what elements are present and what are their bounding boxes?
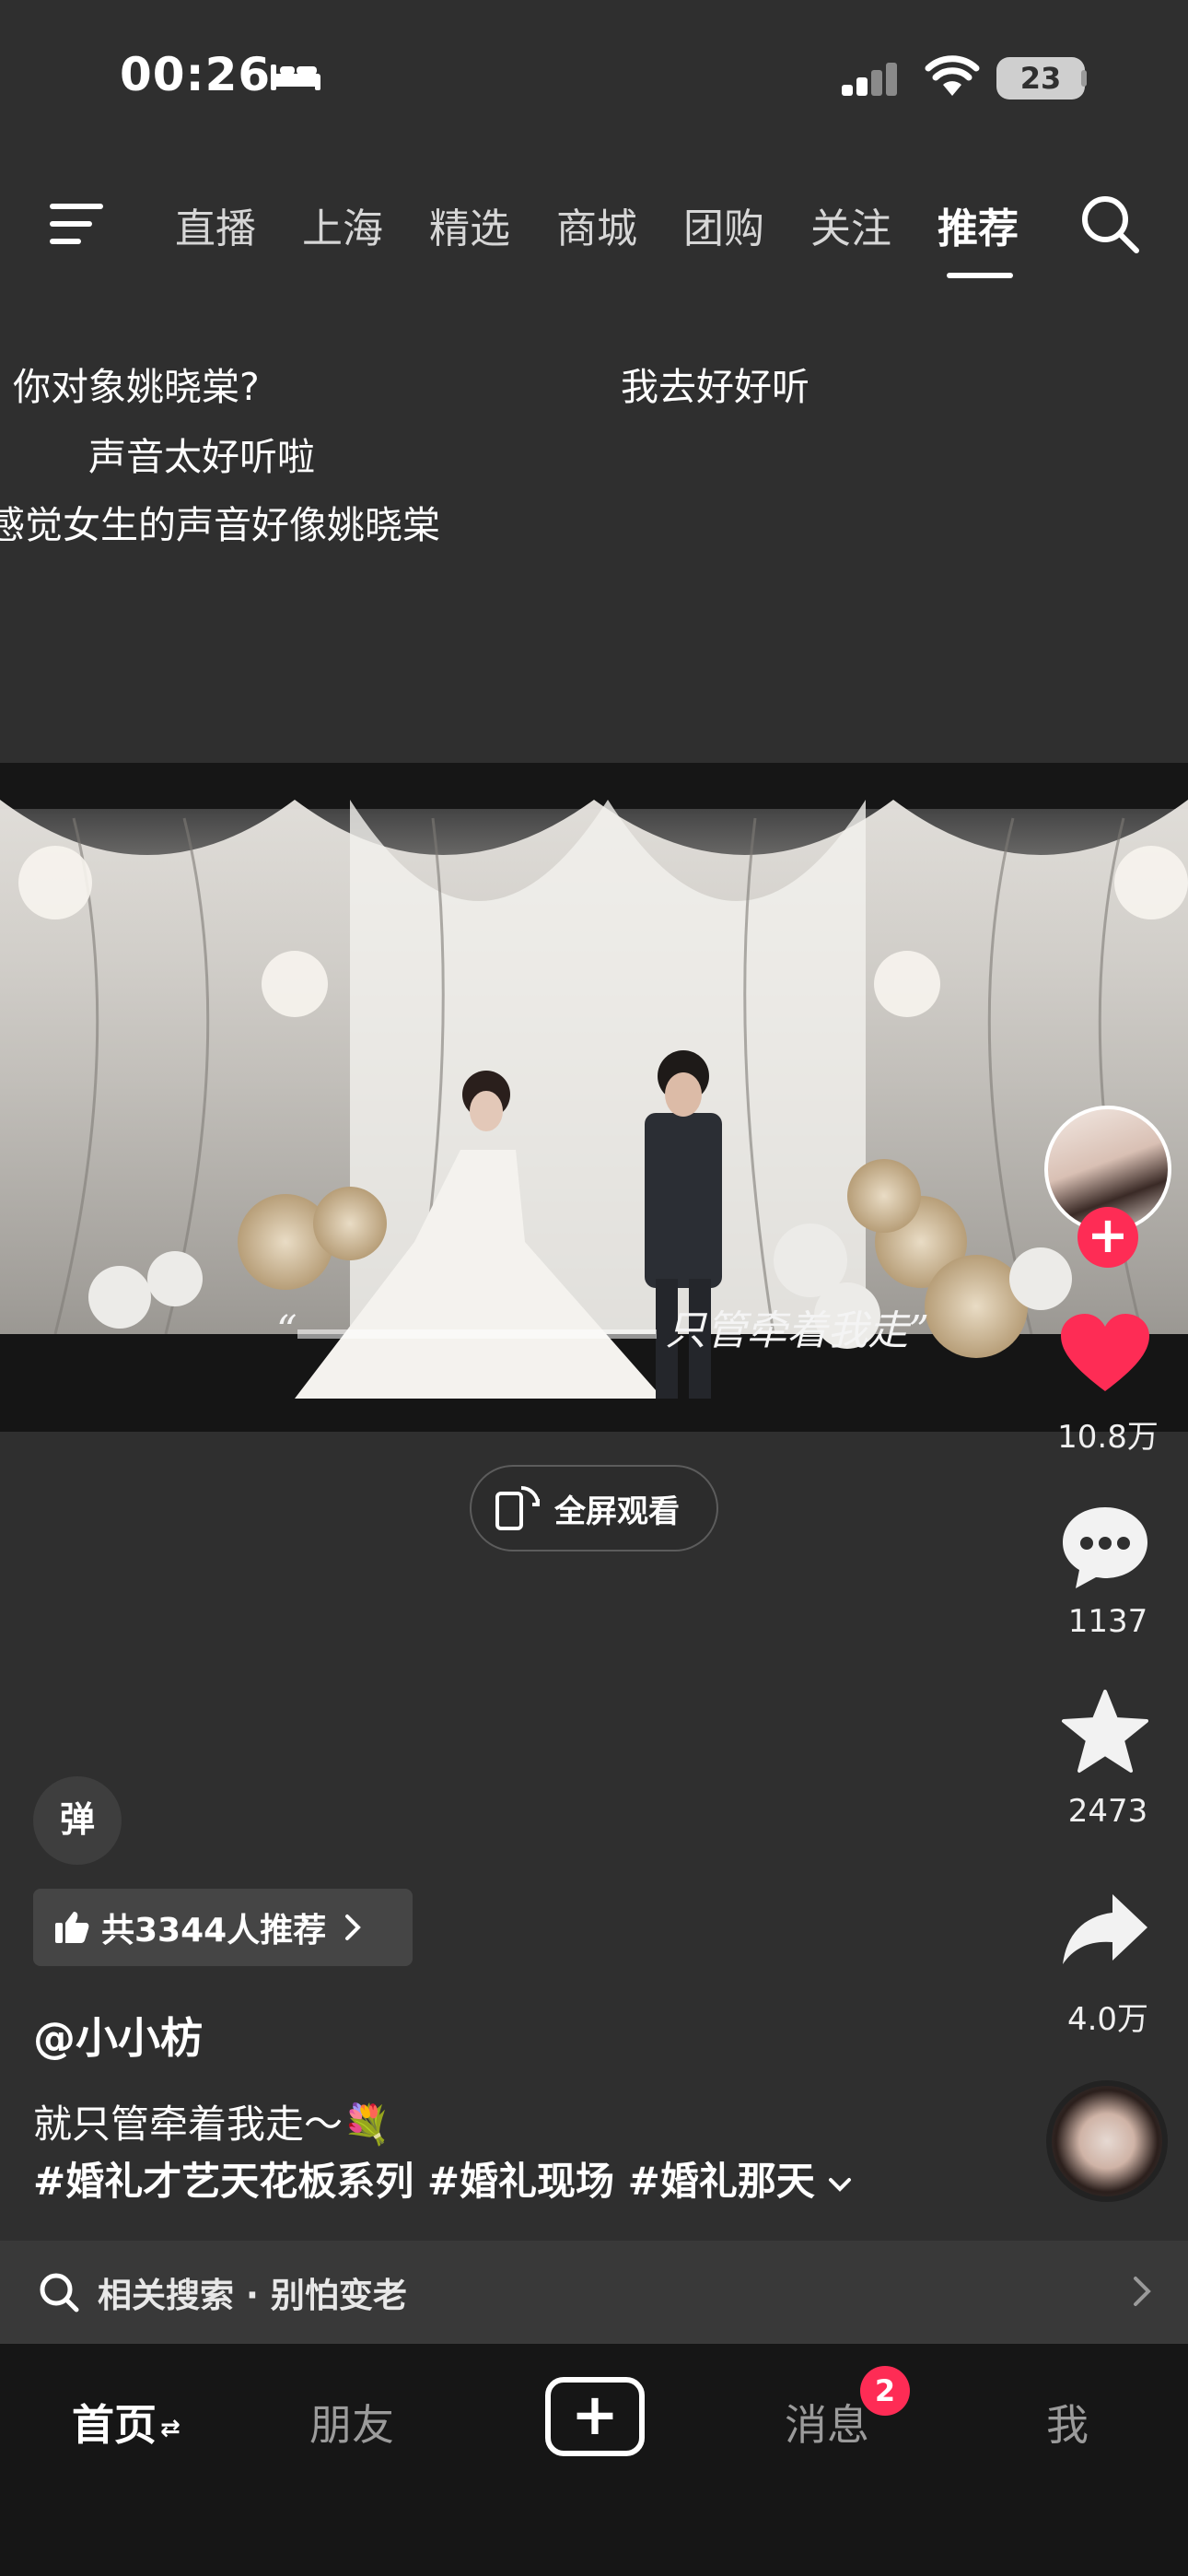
like-heart-icon[interactable] [1059,1312,1151,1395]
chevron-down-icon[interactable] [828,2175,852,2194]
hashtag-text[interactable]: #婚礼才艺天花板系列 #婚礼现场 #婚礼那天 [33,2159,815,2204]
tab-featured[interactable]: 精选 [429,195,510,254]
tab-live[interactable]: 直播 [175,195,256,254]
thumbs-up-icon [55,1912,89,1943]
danmaku-toggle-button[interactable]: 弹 [33,1776,122,1865]
search-icon[interactable] [1079,193,1142,256]
recommend-count-label: 共3344人推荐 [101,1912,327,1950]
subtitle-text: 只管牵着我走” [665,1307,930,1354]
menu-icon[interactable] [48,201,107,247]
chevron-right-icon [345,1914,362,1940]
status-time: 00:26 [120,48,272,101]
nav-friends[interactable]: 朋友 [309,2392,394,2453]
nav-me[interactable]: 我 [1046,2392,1089,2453]
sleep-focus-icon [271,64,320,90]
related-search-bar[interactable]: 相关搜索 · 别怕变老 [0,2241,1188,2344]
author-name[interactable]: @小小枋 [33,2005,203,2066]
comment-icon[interactable] [1059,1504,1151,1592]
refresh-arrows-icon: ⇄ [160,2414,181,2442]
danmaku-comment: 我去好好听 [621,365,809,409]
danmaku-comment: 你对象姚晓棠? [13,365,260,409]
nav-messages[interactable]: 消息 [785,2392,869,2453]
nav-home[interactable]: 首页 ⇄ [72,2392,181,2453]
battery-nub [1081,70,1087,87]
share-count: 4.0万 [1066,2001,1149,2038]
share-icon[interactable] [1059,1891,1151,1968]
tab-group-buy[interactable]: 团购 [683,195,764,254]
follow-button[interactable]: + [1077,1207,1138,1268]
cellular-signal-icon [842,63,897,96]
favorite-star-icon[interactable] [1059,1688,1151,1776]
tab-shanghai[interactable]: 上海 [302,195,383,254]
bottom-nav: 首页 ⇄ 朋友 + 消息 2 我 [0,2344,1188,2576]
recommend-count-chip[interactable]: 共3344人推荐 [33,1889,413,1966]
messages-badge: 2 [860,2366,910,2416]
hashtags[interactable]: #婚礼才艺天花板系列 #婚礼现场 #婚礼那天 [33,2150,852,2207]
battery-indicator: 23 [996,57,1085,100]
rotate-screen-icon [495,1486,540,1530]
comment-count: 1137 [1067,1603,1148,1640]
tab-mall[interactable]: 商城 [556,195,637,254]
wifi-icon [925,55,980,96]
tab-following[interactable]: 关注 [810,195,891,254]
video-player[interactable]: “ 只管牵着我走” [0,763,1188,1432]
fullscreen-label: 全屏观看 [554,1493,680,1530]
related-search-label: 相关搜索 · 别怕变老 [98,2276,407,2315]
video-subtitle: “ 只管牵着我走” [276,1297,929,1356]
search-icon [40,2273,79,2313]
create-post-button[interactable]: + [545,2377,645,2456]
favorite-count: 2473 [1067,1793,1148,1830]
chevron-right-icon [1134,2277,1151,2306]
active-tab-indicator [947,273,1013,278]
video-caption: 就只管牵着我走～💐 [33,2102,391,2147]
like-count: 10.8万 [1057,1419,1159,1456]
danmaku-comment: 声音太好听啦 [88,435,315,479]
fullscreen-button[interactable]: 全屏观看 [470,1465,718,1551]
subtitle-blurred-text [297,1329,657,1339]
subtitle-open-quote: “ [276,1307,297,1354]
danmaku-comment: 感觉女生的声音好像姚晓棠 [0,503,440,547]
music-disc[interactable] [1046,2080,1168,2202]
tab-recommended[interactable]: 推荐 [938,195,1019,254]
nav-home-label: 首页 [72,2400,157,2450]
